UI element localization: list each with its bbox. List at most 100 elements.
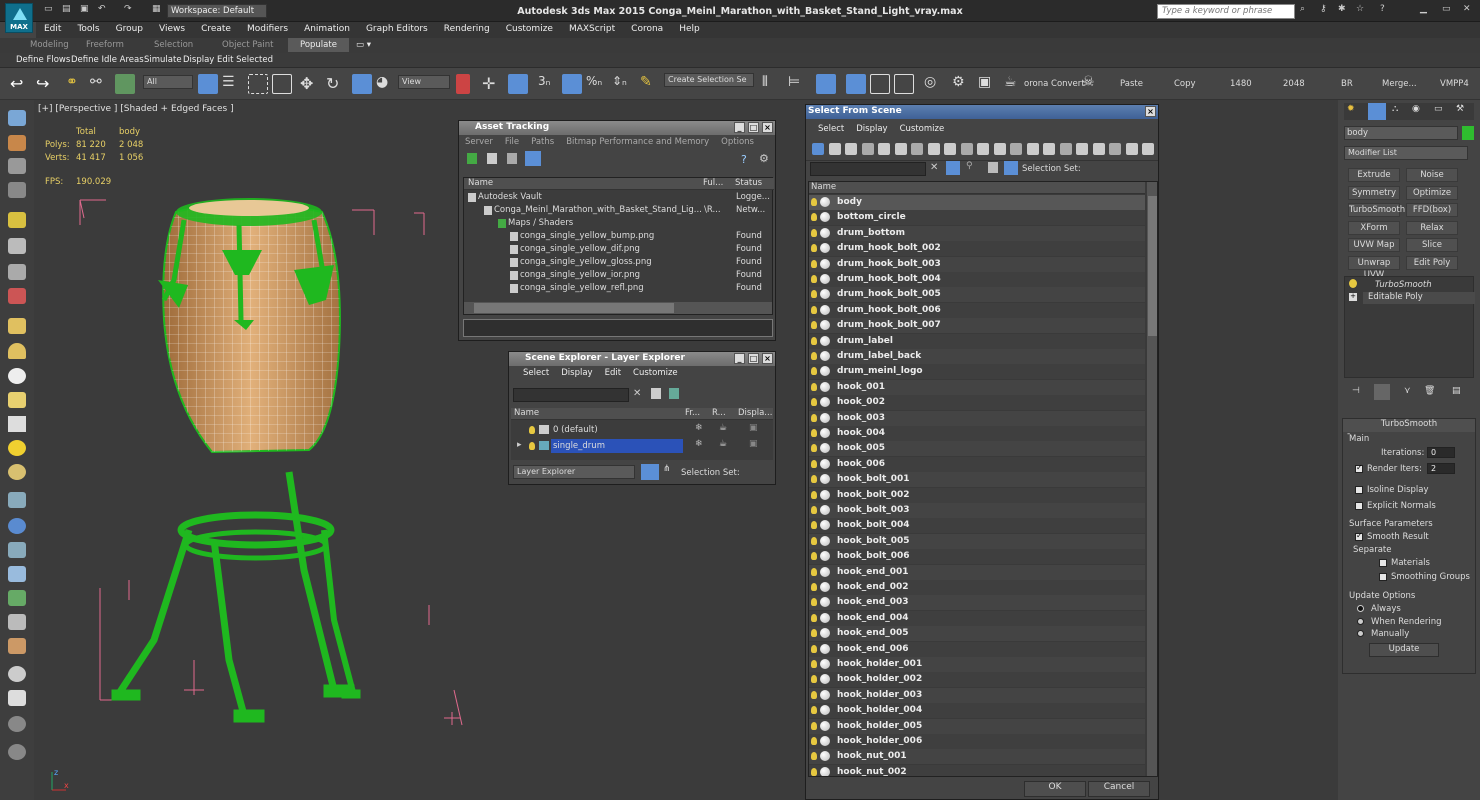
asset-row[interactable]: conga_single_yellow_ior.png Found (464, 269, 774, 282)
menu-views[interactable]: Views (151, 22, 193, 36)
bulb-icon[interactable] (1349, 279, 1357, 288)
ribbon-options-icon[interactable]: ▭ ▾ (356, 40, 371, 50)
clear-search-icon[interactable]: ✕ (633, 388, 641, 399)
bulb-icon[interactable] (811, 429, 817, 437)
bulb-icon[interactable] (811, 352, 817, 360)
object-list-item[interactable]: drum_label (809, 333, 1145, 349)
teapot-icon[interactable]: ☕ (719, 423, 727, 433)
bulb-icon[interactable] (811, 490, 817, 499)
display-all-icon[interactable] (1010, 143, 1022, 155)
display-spacewarps-icon[interactable] (894, 143, 907, 155)
minimize-icon[interactable]: _ (734, 353, 745, 364)
object-list-item[interactable]: hook_end_005 (809, 626, 1145, 642)
bulb-icon[interactable] (811, 737, 817, 745)
object-name-field[interactable]: body (1344, 126, 1458, 140)
sphere-icon[interactable] (8, 368, 26, 384)
menu-edit[interactable]: Edit (36, 22, 69, 36)
spinner-snap-icon[interactable]: ⇕ₙ (612, 74, 632, 94)
display-lights-icon[interactable] (845, 143, 857, 155)
object-color-swatch[interactable] (1462, 126, 1474, 140)
object-list-item[interactable]: hook_005 (809, 441, 1145, 457)
settings-icon[interactable]: ⚙ (759, 152, 769, 165)
object-list-item[interactable]: drum_hook_bolt_007 (809, 318, 1145, 334)
close-icon[interactable]: ✕ (1463, 4, 1471, 18)
bulb-icon[interactable] (811, 598, 817, 607)
close-icon[interactable]: × (1145, 106, 1156, 117)
asset-row[interactable]: conga_single_yellow_dif.png Found (464, 243, 774, 256)
object-list-item[interactable]: hook_holder_005 (809, 718, 1145, 734)
object-list-item[interactable]: drum_hook_bolt_004 (809, 272, 1145, 287)
maximize-icon[interactable]: ▭ (1442, 4, 1451, 18)
modifier-button-unwrap-uvw[interactable]: Unwrap UVW (1348, 255, 1400, 280)
options-icon[interactable] (1142, 143, 1154, 155)
modifier-list-dropdown[interactable]: Modifier List (1344, 146, 1468, 160)
merge-button[interactable]: Merge... (1382, 79, 1417, 89)
bulb-icon[interactable] (811, 305, 817, 314)
list-view-icon[interactable] (487, 153, 497, 164)
configure-sets-icon[interactable]: ▤ (1452, 386, 1461, 396)
modify-tab-icon[interactable] (1368, 103, 1386, 120)
select-object-icon[interactable] (198, 74, 218, 94)
update-button[interactable]: Update (1369, 643, 1439, 657)
bulb-icon[interactable] (811, 275, 817, 283)
link-icon[interactable]: ⚭ (66, 74, 86, 94)
col-status[interactable]: Status (732, 178, 774, 190)
find-icon[interactable]: ⚲ (966, 161, 973, 171)
layers-icon[interactable] (988, 162, 998, 173)
fur-icon[interactable] (8, 566, 26, 582)
object-list-item[interactable]: drum_hook_bolt_005 (809, 287, 1145, 303)
object-list-item[interactable]: drum_hook_bolt_006 (809, 302, 1145, 318)
bulb-icon[interactable] (811, 567, 817, 576)
object-list-item[interactable]: hook_end_001 (809, 564, 1145, 580)
bulb-icon[interactable] (811, 721, 817, 730)
hierarchy-icon[interactable] (1004, 161, 1018, 175)
display-bones-icon[interactable] (944, 143, 956, 155)
plant-icon[interactable] (8, 590, 26, 606)
tab-populate[interactable]: Populate (288, 38, 349, 52)
asset-tracking-titlebar[interactable]: Asset Tracking _ □ × (459, 121, 775, 135)
maximize-icon[interactable]: □ (748, 122, 759, 133)
refresh-icon[interactable] (467, 153, 477, 164)
modifier-button-symmetry[interactable]: Symmetry (1348, 185, 1400, 200)
selection-region-icon[interactable] (248, 74, 268, 94)
bulb-icon[interactable] (811, 660, 817, 668)
bulb-icon[interactable] (811, 336, 817, 345)
render-iters-checkbox[interactable]: ✓ (1355, 463, 1363, 473)
at-menu-item[interactable]: File (499, 135, 525, 149)
tab-selection[interactable]: Selection (154, 40, 193, 50)
camera-icon[interactable] (8, 238, 26, 254)
motion-icon[interactable] (8, 182, 26, 198)
bulb-icon[interactable] (811, 213, 817, 222)
object-list-item[interactable]: hook_nut_002 (809, 764, 1145, 776)
se-menu-item[interactable]: Display (555, 366, 598, 380)
light-icon[interactable] (8, 212, 26, 228)
sky-icon[interactable] (8, 464, 26, 480)
pin-stack-icon[interactable]: ⊣ (1352, 386, 1360, 396)
object-list-item[interactable]: hook_holder_006 (809, 734, 1145, 749)
grid-icon[interactable] (8, 690, 26, 706)
at-menu-item[interactable]: Paths (525, 135, 560, 149)
hierarchy-mode-icon[interactable]: ⋔ (663, 464, 671, 474)
object-list-item[interactable]: hook_holder_001 (809, 657, 1145, 672)
when-rendering-radio[interactable] (1357, 618, 1364, 625)
smoothing-groups-checkbox[interactable] (1379, 573, 1387, 581)
modify-icon[interactable] (8, 135, 26, 151)
hair-icon[interactable] (8, 614, 26, 630)
ok-button[interactable]: OK (1024, 781, 1086, 797)
vertical-scrollbar[interactable] (1147, 182, 1157, 776)
stack-item-turbosmooth[interactable]: TurboSmooth (1375, 280, 1432, 290)
percent-snap-icon[interactable]: %ₙ (586, 74, 606, 94)
paste-button[interactable]: Paste (1120, 79, 1143, 89)
bulb-icon[interactable] (811, 675, 817, 684)
object-list-item[interactable]: hook_bolt_005 (809, 533, 1145, 549)
dynamics-icon[interactable] (8, 518, 26, 534)
object-list-item[interactable]: hook_holder_003 (809, 687, 1145, 703)
bulb-icon[interactable] (811, 398, 817, 407)
col-name[interactable]: Name (464, 178, 700, 190)
object-list-item[interactable]: hook_bolt_002 (809, 487, 1145, 503)
bulb-icon[interactable] (811, 228, 817, 237)
sfs-menu-item[interactable]: Select (812, 122, 850, 136)
display-xrefs-icon[interactable] (927, 143, 940, 155)
copy-button[interactable]: Copy (1174, 79, 1196, 89)
sfs-menu-item[interactable]: Display (850, 122, 893, 136)
